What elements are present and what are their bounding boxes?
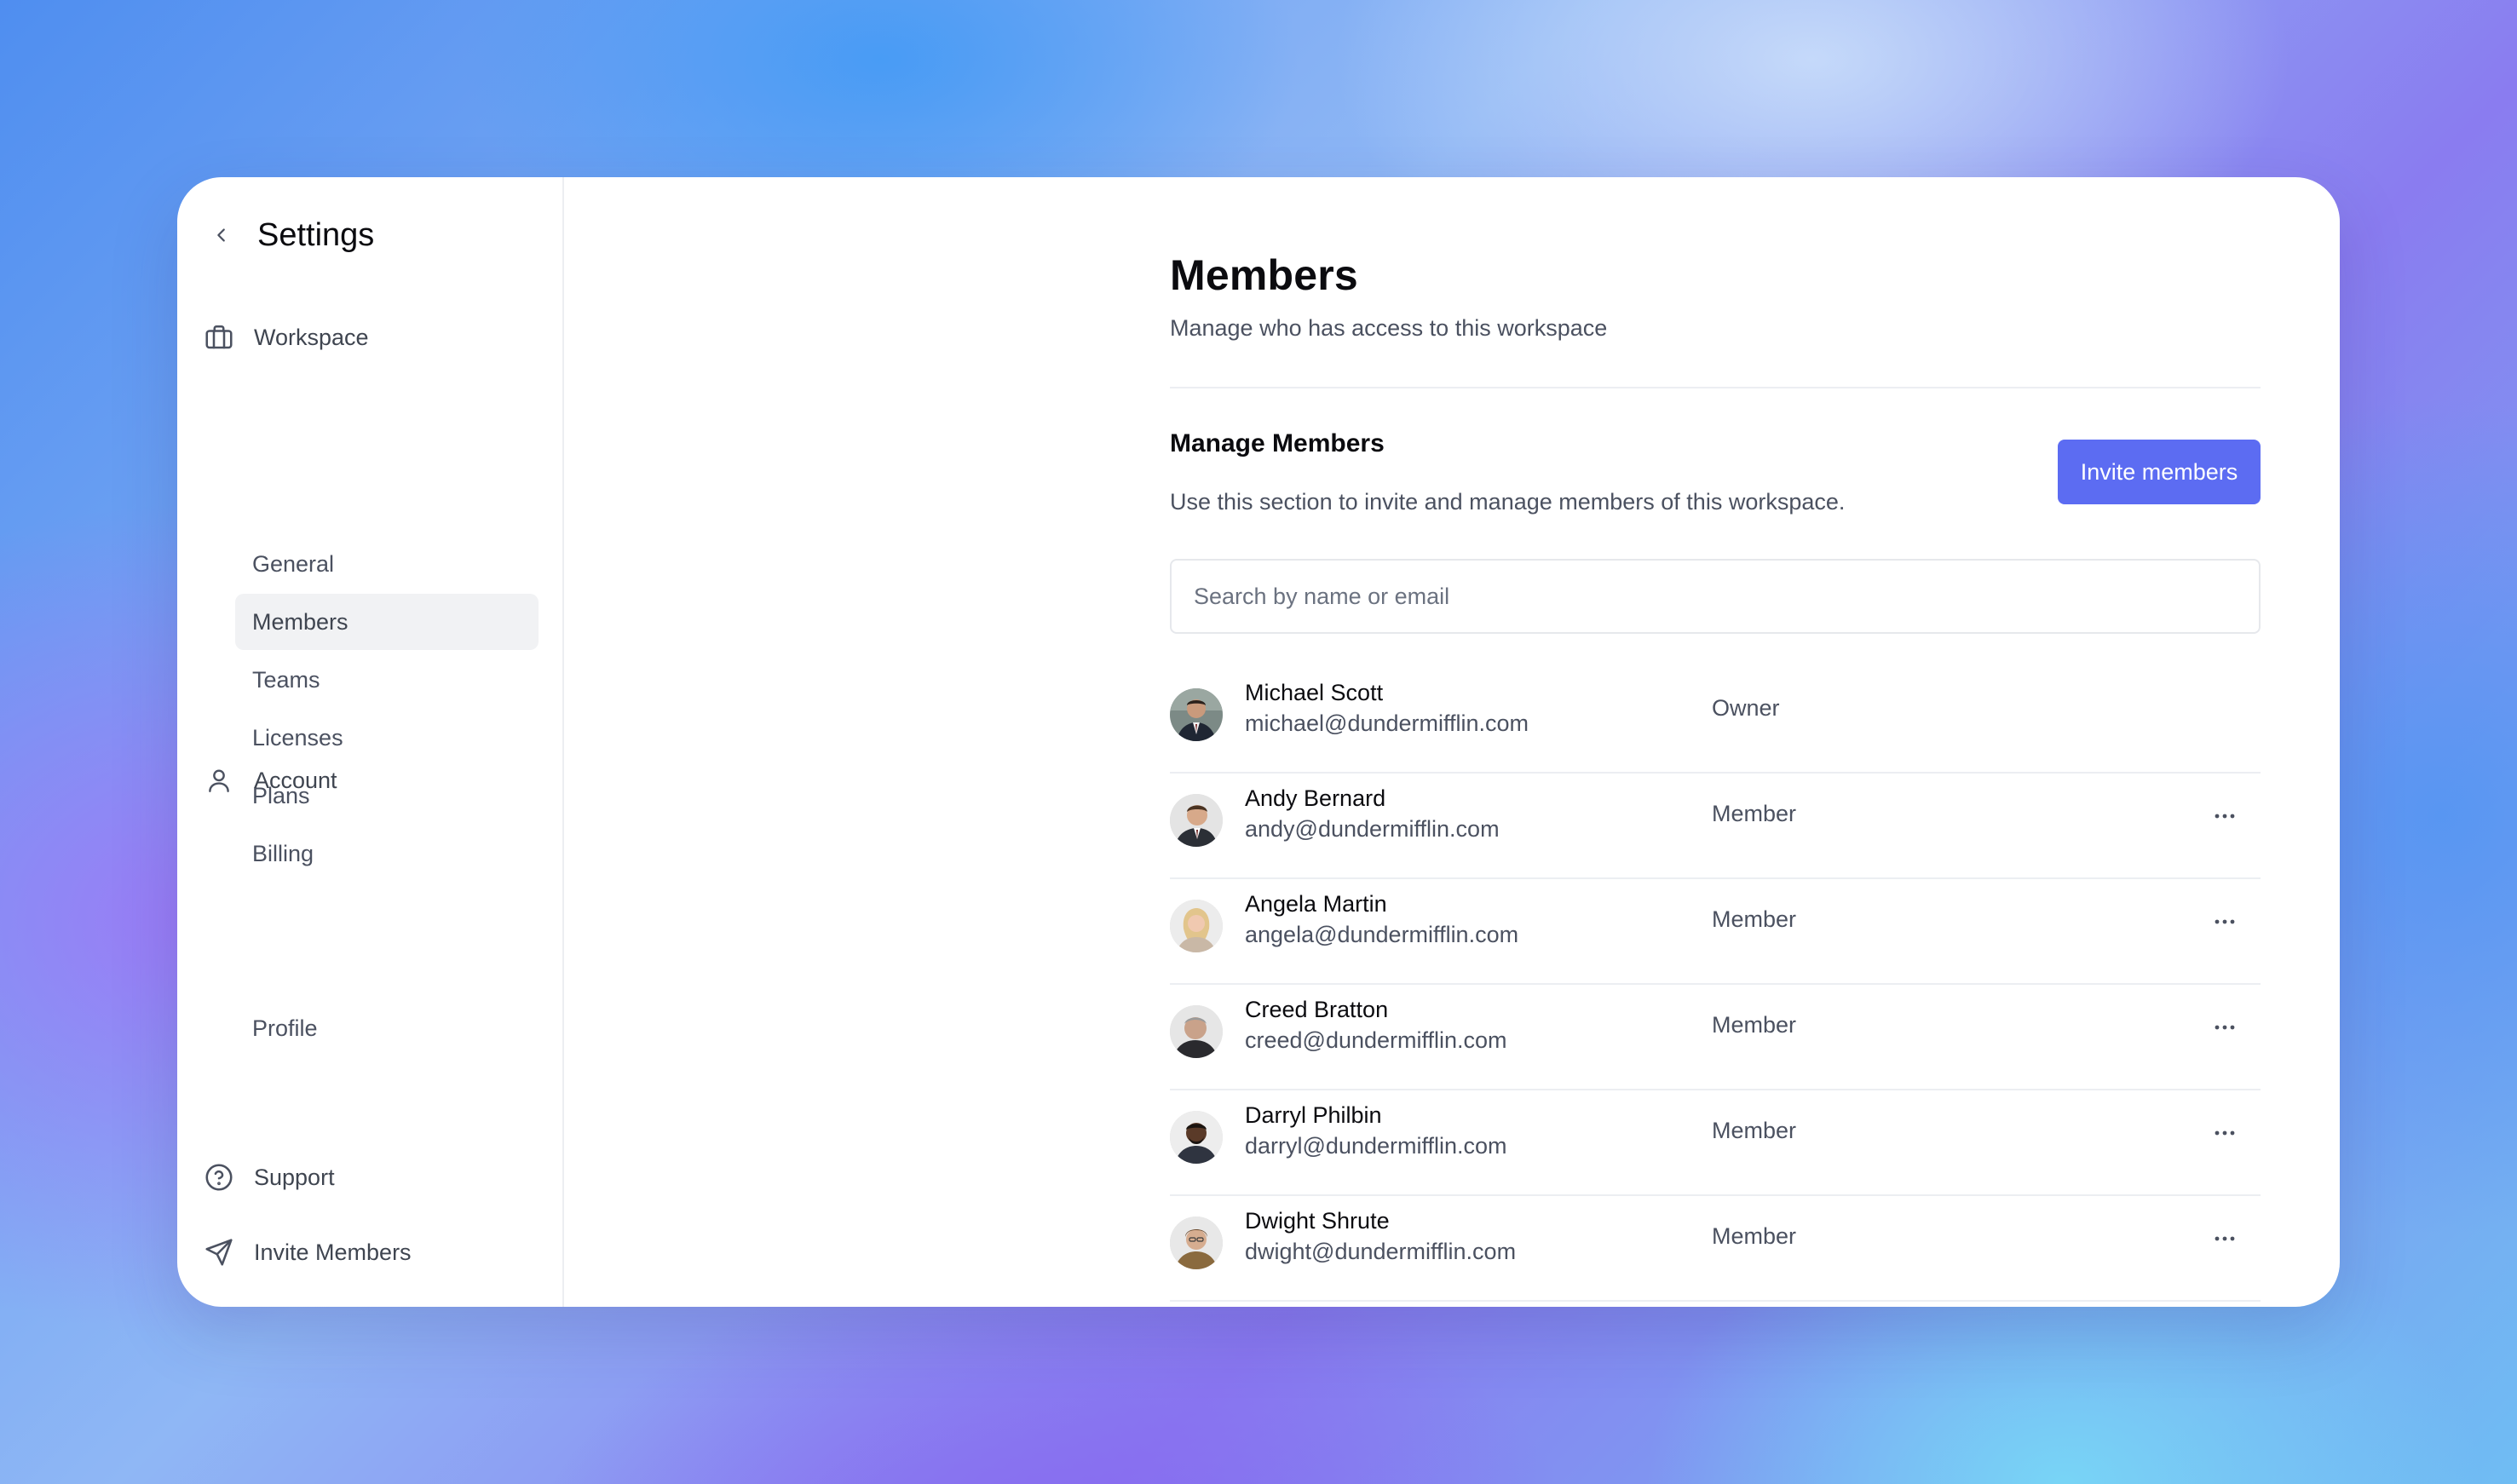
member-actions-button[interactable] — [2208, 1222, 2242, 1256]
more-horizontal-icon — [2215, 1025, 2235, 1030]
avatar — [1170, 1111, 1223, 1164]
section-title: Manage Members — [1170, 429, 1385, 457]
user-icon — [201, 762, 237, 798]
chevron-left-icon — [217, 228, 225, 242]
avatar — [1170, 1217, 1223, 1269]
member-actions-button[interactable] — [2208, 1116, 2242, 1150]
sidebar-support-label: Support — [254, 1164, 335, 1190]
avatar — [1170, 900, 1223, 952]
more-horizontal-icon — [2215, 919, 2235, 924]
page-title: Members — [1170, 251, 1358, 299]
member-email: creed@dundermifflin.com — [1245, 1027, 1507, 1053]
sidebar-item-members[interactable]: Members — [235, 594, 539, 650]
sidebar-invite-members-link[interactable]: Invite Members — [201, 1232, 412, 1273]
member-email: michael@dundermifflin.com — [1245, 710, 1529, 736]
member-actions-button[interactable] — [2208, 1010, 2242, 1044]
member-name: Michael Scott — [1245, 680, 1384, 705]
member-row: Creed Bratton creed@dundermifflin.com Me… — [1170, 985, 2261, 1090]
sidebar-item-licenses[interactable]: Licenses — [235, 710, 539, 766]
more-horizontal-icon — [2215, 814, 2235, 819]
member-name: Angela Martin — [1245, 891, 1387, 917]
member-email: andy@dundermifflin.com — [1245, 816, 1500, 842]
search-input[interactable] — [1170, 559, 2261, 634]
member-role: Member — [1712, 1012, 1797, 1038]
member-name: Darryl Philbin — [1245, 1102, 1382, 1128]
member-list: Michael Scott michael@dundermifflin.com … — [1170, 668, 2261, 1302]
avatar — [1170, 688, 1223, 741]
member-name: Andy Bernard — [1245, 785, 1386, 811]
main-panel: Members Manage who has access to this wo… — [564, 177, 2340, 1307]
sidebar-item-general[interactable]: General — [235, 536, 539, 592]
sidebar-item-billing[interactable]: Billing — [235, 825, 539, 882]
back-button[interactable] — [204, 218, 239, 252]
member-role: Member — [1712, 1118, 1797, 1143]
member-row: Angela Martin angela@dundermifflin.com M… — [1170, 879, 2261, 985]
sidebar-section-account: Account — [201, 760, 337, 801]
member-email: darryl@dundermifflin.com — [1245, 1133, 1507, 1159]
more-horizontal-icon — [2215, 1236, 2235, 1241]
sidebar-section-account-label: Account — [254, 767, 337, 793]
sidebar-title: Settings — [257, 216, 375, 253]
member-actions-button[interactable] — [2208, 799, 2242, 833]
member-email: angela@dundermifflin.com — [1245, 922, 1519, 947]
sidebar-support-link[interactable]: Support — [201, 1157, 335, 1198]
avatar — [1170, 794, 1223, 847]
member-role: Member — [1712, 801, 1797, 826]
help-circle-icon — [201, 1159, 237, 1195]
sidebar-section-workspace: Workspace — [201, 317, 369, 358]
sidebar-item-profile[interactable]: Profile — [235, 1000, 539, 1056]
avatar — [1170, 1005, 1223, 1058]
sidebar-header: Settings — [204, 210, 374, 261]
header-divider — [1170, 387, 2261, 388]
member-role: Owner — [1712, 695, 1780, 721]
invite-members-button[interactable]: Invite members — [2058, 440, 2261, 504]
member-name: Creed Bratton — [1245, 997, 1389, 1022]
member-role: Member — [1712, 906, 1797, 932]
briefcase-icon — [201, 319, 237, 355]
sidebar: Settings Workspace General Members Teams… — [177, 177, 564, 1307]
member-actions-button[interactable] — [2208, 905, 2242, 939]
member-email: dwight@dundermifflin.com — [1245, 1239, 1517, 1264]
settings-window: Settings Workspace General Members Teams… — [177, 177, 2340, 1307]
sidebar-item-teams[interactable]: Teams — [235, 652, 539, 708]
page-subtitle: Manage who has access to this workspace — [1170, 315, 1608, 341]
section-description: Use this section to invite and manage me… — [1170, 489, 1846, 515]
sidebar-section-workspace-label: Workspace — [254, 324, 369, 350]
send-icon — [201, 1234, 237, 1270]
member-row: Darryl Philbin darryl@dundermifflin.com … — [1170, 1090, 2261, 1196]
member-row: Michael Scott michael@dundermifflin.com … — [1170, 668, 2261, 774]
member-row: Andy Bernard andy@dundermifflin.com Memb… — [1170, 774, 2261, 879]
member-row: Dwight Shrute dwight@dundermifflin.com M… — [1170, 1196, 2261, 1302]
member-name: Dwight Shrute — [1245, 1208, 1390, 1234]
sidebar-invite-members-label: Invite Members — [254, 1239, 412, 1265]
member-role: Member — [1712, 1223, 1797, 1249]
more-horizontal-icon — [2215, 1130, 2235, 1136]
